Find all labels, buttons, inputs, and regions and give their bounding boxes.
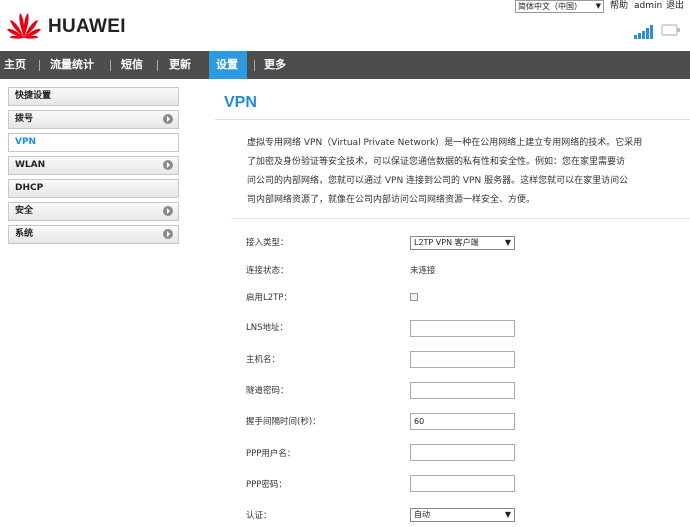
chevron-down-icon: ▼	[504, 510, 511, 519]
sidebar-item-label: 拨号	[15, 114, 34, 124]
brand-name: HUAWEI	[48, 16, 126, 37]
access-type-label: 接入类型：	[246, 238, 289, 248]
page-title: VPN	[224, 94, 257, 111]
enable-l2tp-label: 启用L2TP：	[246, 293, 292, 303]
computer-connection-icon	[661, 24, 680, 36]
tunnel-password-input[interactable]	[410, 382, 515, 399]
access-type-select[interactable]: L2TP VPN 客户端 ▼	[410, 236, 515, 250]
hostname-label: 主机名：	[246, 355, 281, 365]
nav-divider	[254, 60, 255, 71]
expand-arrow-icon	[163, 160, 173, 170]
hello-interval-label: 握手间隔时间(秒)：	[246, 417, 321, 427]
sidebar-item-label: 系统	[15, 229, 34, 239]
language-select[interactable]: 简体中文（中国） ▼	[515, 0, 604, 13]
lns-address-input[interactable]	[410, 320, 515, 337]
huawei-logo: HUAWEI	[6, 8, 146, 42]
logout-link[interactable]: 退出	[666, 1, 684, 12]
description-line: 司内部网络资源了，就像在公司内部访问公司网络资源一样安全、方便。	[247, 195, 536, 205]
sidebar-item-security[interactable]: 安全	[8, 202, 179, 221]
nav-settings[interactable]: 设置	[209, 51, 247, 79]
authentication-value: 自动	[414, 510, 430, 519]
help-link[interactable]: 帮助	[610, 1, 628, 12]
sidebar-item-label: 安全	[15, 206, 34, 216]
main-nav: 主页 流量统计 短信 更新 设置 更多	[0, 51, 690, 79]
nav-divider	[39, 60, 40, 71]
description-line: 问公司的内部网络，您就可以通过 VPN 连接到公司的 VPN 服务器。这样您就可…	[247, 176, 629, 186]
sidebar-item-wlan[interactable]: WLAN	[8, 156, 179, 175]
enable-l2tp-checkbox[interactable]	[410, 293, 418, 301]
nav-divider	[110, 60, 111, 71]
nav-more[interactable]: 更多	[264, 51, 294, 79]
expand-arrow-icon	[163, 206, 173, 216]
access-type-value: L2TP VPN 客户端	[414, 238, 479, 247]
sidebar-item-label: VPN	[15, 137, 37, 147]
ppp-password-label: PPP密码：	[246, 480, 287, 490]
authentication-label: 认证：	[246, 511, 272, 521]
sidebar-item-system[interactable]: 系统	[8, 225, 179, 244]
chevron-down-icon: ▼	[595, 2, 601, 10]
ppp-username-input[interactable]	[410, 444, 515, 461]
expand-arrow-icon	[163, 229, 173, 239]
hostname-input[interactable]	[410, 351, 515, 368]
section-divider	[231, 218, 690, 219]
nav-home[interactable]: 主页	[0, 51, 32, 79]
ppp-username-label: PPP用户名：	[246, 449, 296, 459]
description-line: 了加密及身份验证等安全技术，可以保证您通信数据的私有性和安全性。例如：您在家里需…	[247, 157, 626, 167]
chevron-down-icon: ▼	[504, 238, 511, 247]
sidebar-item-label: 快捷设置	[15, 91, 52, 101]
hello-interval-input[interactable]	[410, 413, 515, 430]
sidebar-item-dhcp[interactable]: DHCP	[8, 179, 179, 198]
vpn-description: 虚拟专用网络 VPN（Virtual Private Network）是一种在公…	[247, 134, 687, 210]
huawei-flower-icon	[7, 13, 41, 39]
signal-strength-icon	[634, 25, 656, 39]
sidebar-item-vpn[interactable]: VPN	[8, 133, 179, 152]
sidebar-item-dialup[interactable]: 拨号	[8, 110, 179, 129]
sidebar-item-label: DHCP	[15, 183, 44, 193]
tunnel-password-label: 隧道密码：	[246, 386, 289, 396]
expand-arrow-icon	[163, 114, 173, 124]
ppp-password-input[interactable]	[410, 475, 515, 492]
sidebar-item-label: WLAN	[15, 160, 46, 170]
lns-address-label: LNS地址：	[246, 323, 288, 333]
username-label: admin	[634, 1, 663, 11]
sidebar-item-quick-setup[interactable]: 快捷设置	[8, 87, 179, 106]
language-value: 简体中文（中国）	[518, 2, 582, 11]
connection-status-value: 未连接	[410, 266, 436, 276]
nav-sms[interactable]: 短信	[121, 51, 151, 79]
nav-update[interactable]: 更新	[169, 51, 199, 79]
connection-status-label: 连接状态：	[246, 266, 289, 276]
nav-divider	[157, 60, 158, 71]
title-divider	[215, 119, 690, 120]
description-line: 虚拟专用网络 VPN（Virtual Private Network）是一种在公…	[247, 138, 643, 148]
nav-traffic-stats[interactable]: 流量统计	[50, 51, 106, 79]
authentication-select[interactable]: 自动 ▼	[410, 508, 515, 522]
